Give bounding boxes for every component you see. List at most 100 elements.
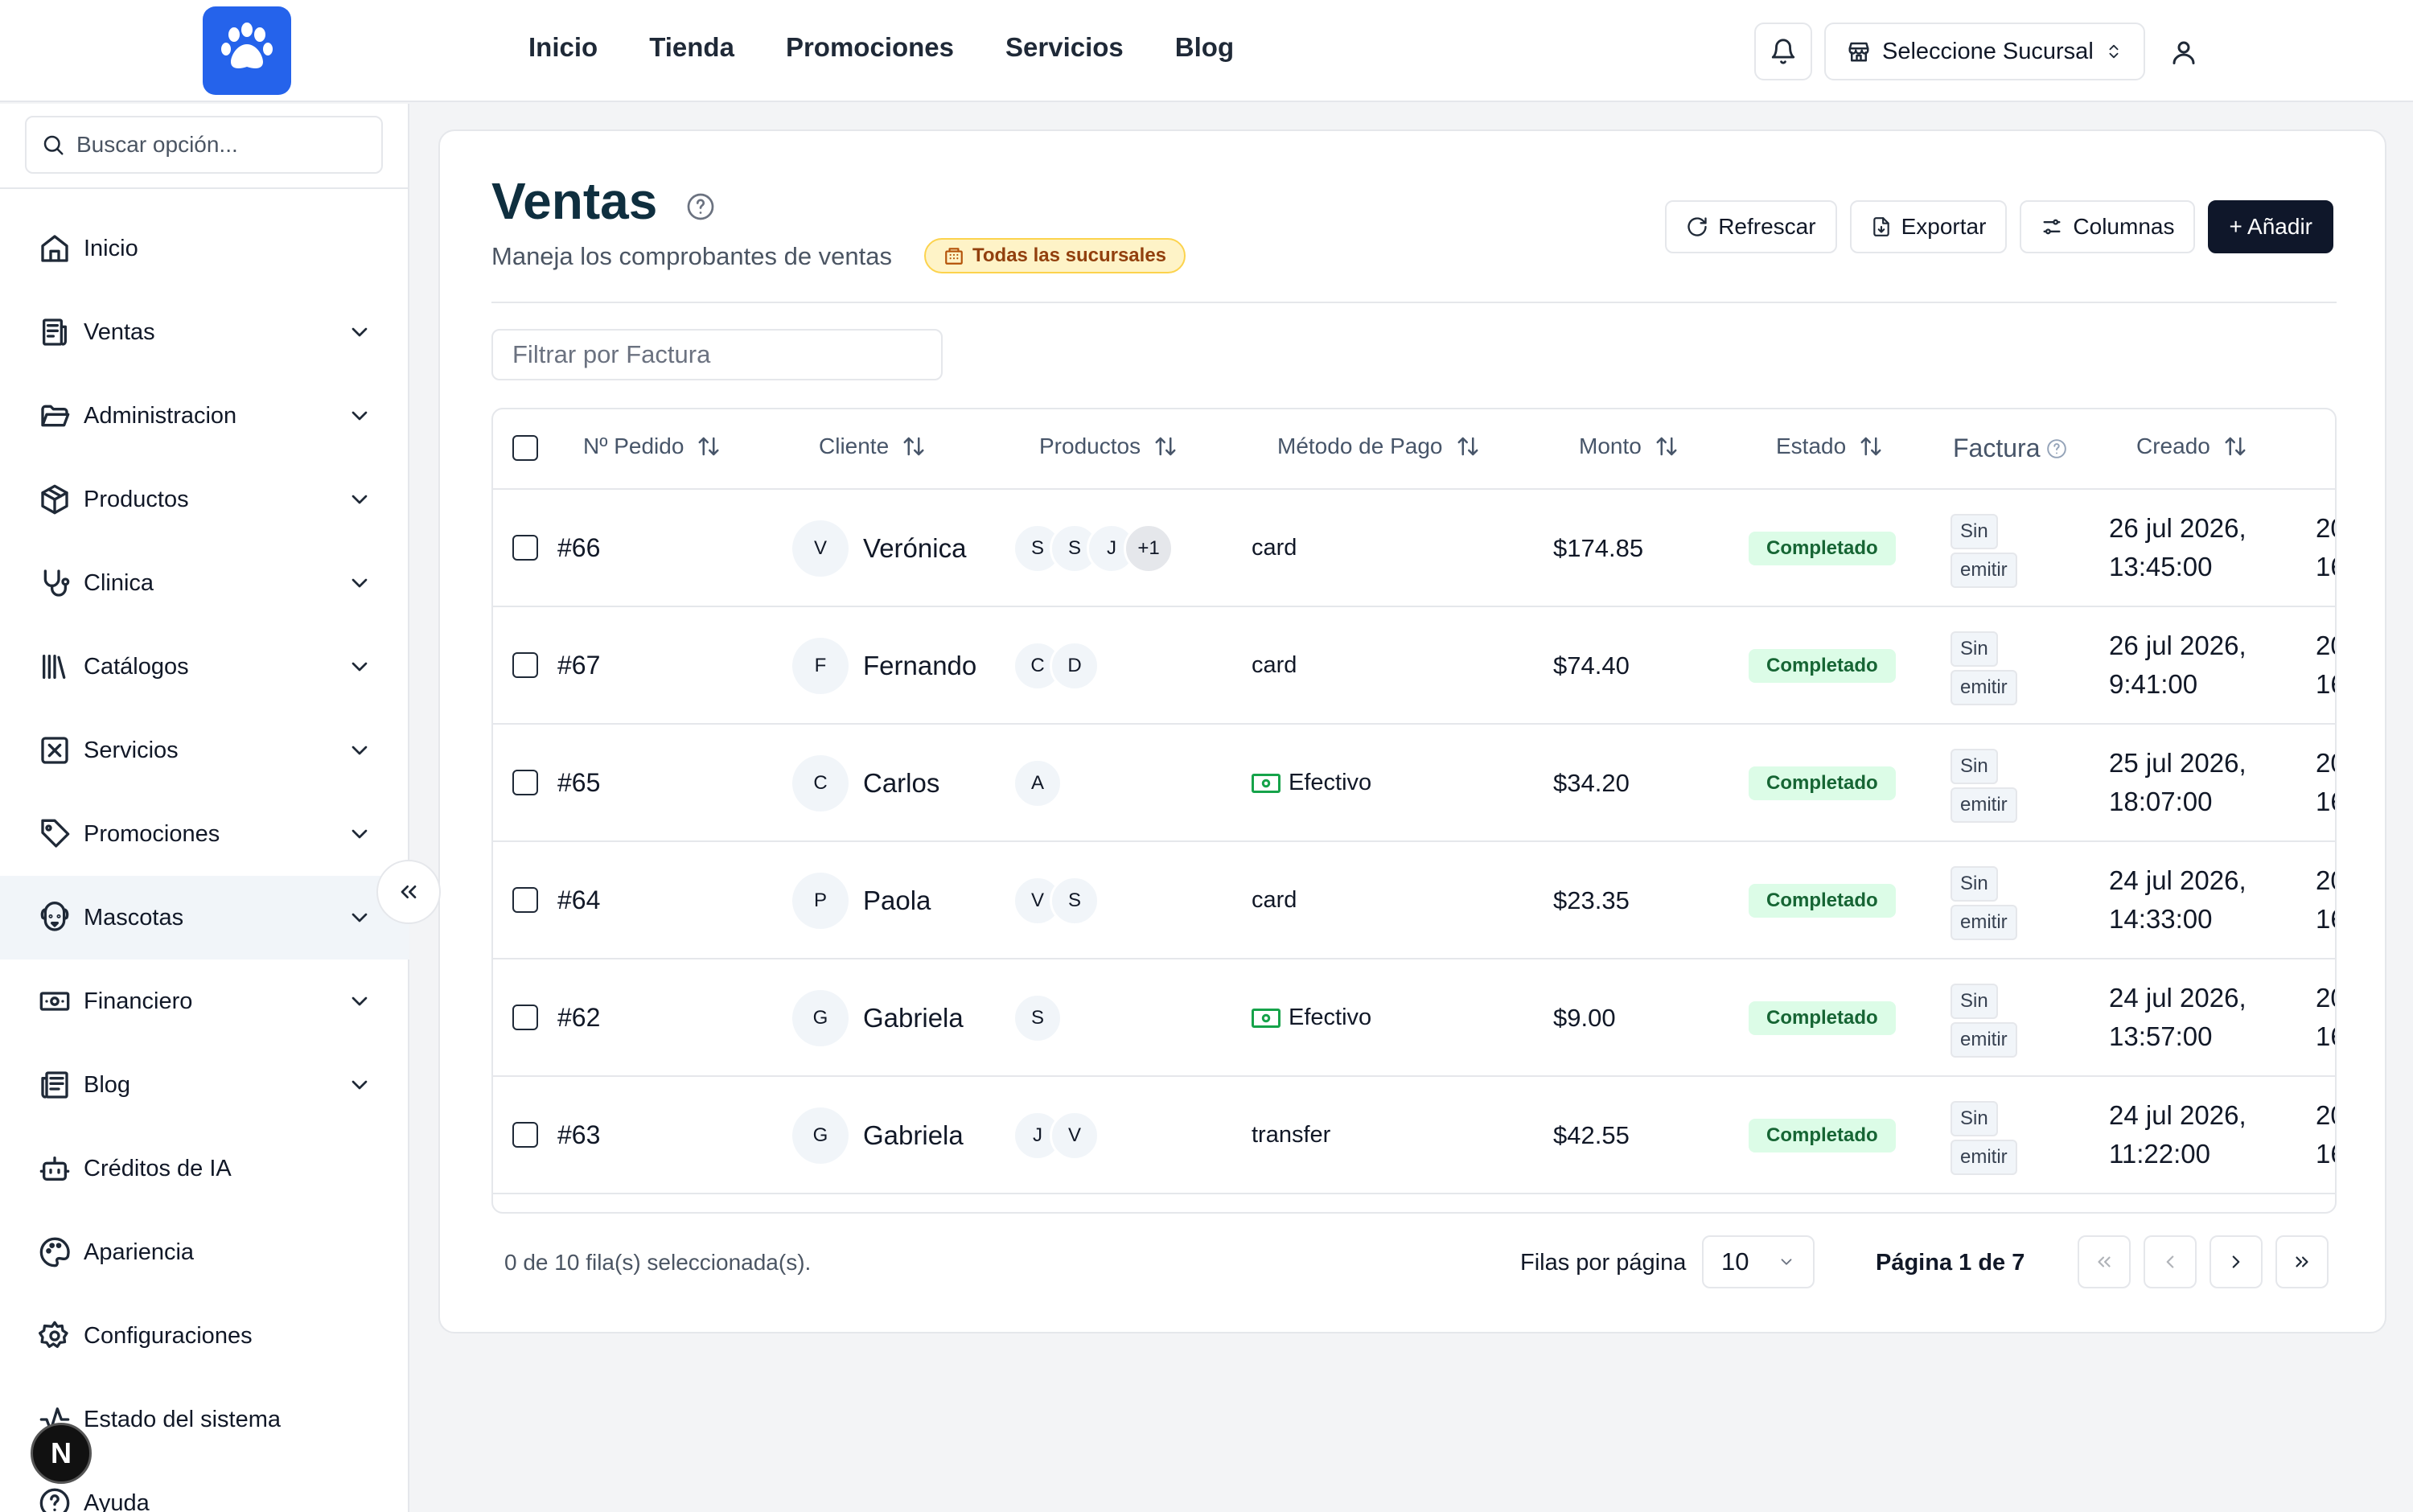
user-menu-button[interactable] [2164, 32, 2204, 72]
branch-selector-label: Seleccione Sucursal [1882, 38, 2094, 64]
rows-per-page-select[interactable]: 10 [1702, 1235, 1815, 1288]
client-cell: G Gabriela [792, 1107, 964, 1164]
col-status-label: Estado [1776, 433, 1847, 458]
sidebar-item-financiero[interactable]: Financiero [0, 959, 409, 1043]
select-all-checkbox[interactable] [512, 435, 538, 461]
sales-table: Nº Pedido Cliente Productos Método de Pa… [491, 408, 2337, 1214]
updated-time-line: 16 [2316, 1021, 2335, 1051]
row-checkbox[interactable] [512, 1005, 538, 1030]
payment-method-label: Efectivo [1289, 770, 1372, 795]
page-subtitle: Maneja los comprobantes de ventas [491, 242, 893, 270]
selection-count: 0 de 10 fila(s) seleccionada(s). [504, 1250, 812, 1275]
client-avatar: C [792, 755, 849, 811]
last-page-button[interactable] [2275, 1235, 2329, 1288]
paw-logo[interactable] [203, 6, 291, 95]
pagination [2078, 1235, 2329, 1288]
notifications-button[interactable] [1754, 23, 1812, 80]
branch-selector[interactable]: Seleccione Sucursal [1824, 23, 2145, 80]
col-payment[interactable]: Método de Pago [1277, 433, 1480, 459]
sidebar-item-label: Créditos de IA [84, 1155, 232, 1181]
sidebar-item-label: Promociones [84, 820, 220, 847]
col-created[interactable]: Creado [2136, 433, 2247, 459]
columns-button[interactable]: Columnas [2020, 200, 2196, 253]
topnav-servicios[interactable]: Servicios [1005, 32, 1124, 63]
topnav-promociones[interactable]: Promociones [786, 32, 954, 63]
file-export-icon [1872, 217, 1889, 236]
sidebar-item-catalogos[interactable]: Catálogos [0, 625, 409, 709]
row-checkbox[interactable] [512, 535, 538, 561]
row-checkbox[interactable] [512, 770, 538, 795]
chevron-down-icon [351, 327, 368, 337]
sort-icon [2225, 437, 2246, 456]
sidebar-item-clinica[interactable]: Clinica [0, 541, 409, 625]
products-cell: A [1013, 758, 1063, 808]
row-checkbox[interactable] [512, 652, 538, 678]
sidebar-item-promociones[interactable]: Promociones [0, 792, 409, 876]
col-amount[interactable]: Monto [1579, 433, 1679, 459]
paw-icon [221, 23, 273, 68]
sidebar-item-ventas[interactable]: Ventas [0, 290, 409, 374]
topnav-tienda[interactable]: Tienda [649, 32, 734, 63]
sidebar-item-servicios[interactable]: Servicios [0, 709, 409, 792]
row-checkbox[interactable] [512, 1122, 538, 1148]
col-client[interactable]: Cliente [819, 433, 926, 459]
rows-per-page-value: 10 [1721, 1247, 1749, 1276]
sidebar-item-label: Financiero [84, 988, 193, 1014]
col-invoice-label: Factura [1953, 433, 2041, 462]
title-help-button[interactable] [686, 192, 715, 221]
sidebar-search-input[interactable] [76, 132, 366, 158]
dev-tools-badge[interactable]: N [31, 1423, 92, 1484]
table-row[interactable]: #66 V Verónica S S J +1 card $174.85 Completado Si… [493, 490, 2335, 607]
invoice-status: Sin emitir [1951, 749, 2023, 823]
sidebar-item-label: Ventas [84, 318, 155, 345]
sidebar-item-blog[interactable]: Blog [0, 1043, 409, 1127]
products-cell: S [1013, 993, 1063, 1043]
created-date-line: 24 jul 2026, [2109, 983, 2247, 1013]
product-avatar: D [1050, 641, 1100, 691]
updated-date-truncated: 2016 [2316, 744, 2335, 821]
order-number: #66 [557, 533, 601, 562]
created-time-line: 14:33:00 [2109, 904, 2213, 934]
table-row[interactable]: #65 C Carlos A Efectivo $34.20 Completado Sin em… [493, 725, 2335, 842]
prev-page-button[interactable] [2144, 1235, 2197, 1288]
chevron-down-icon [351, 578, 368, 588]
table-row[interactable]: #64 P Paola V S card $23.35 Completado Sin emitir… [493, 842, 2335, 959]
updated-time-line: 16 [2316, 904, 2335, 934]
sidebar-item-mascotas[interactable]: Mascotas [0, 876, 409, 959]
col-products[interactable]: Productos [1039, 433, 1178, 459]
sidebar-item-administracion[interactable]: Administracion [0, 374, 409, 458]
refresh-button[interactable]: Refrescar [1665, 200, 1837, 253]
page-title: Ventas [491, 172, 658, 230]
chevrons-left-icon [401, 885, 417, 898]
tag-icon [41, 819, 70, 848]
col-order[interactable]: Nº Pedido [583, 433, 721, 459]
updated-date-truncated: 2016 [2316, 509, 2335, 586]
sidebar-item-label: Estado del sistema [84, 1406, 282, 1432]
col-status[interactable]: Estado [1776, 433, 1883, 459]
sidebar-item-configuraciones[interactable]: Configuraciones [0, 1294, 409, 1378]
next-page-button[interactable] [2210, 1235, 2263, 1288]
export-button[interactable]: Exportar [1849, 200, 2008, 253]
payment-method-label: card [1252, 652, 1297, 678]
row-checkbox[interactable] [512, 887, 538, 913]
table-row[interactable]: #62 G Gabriela S Efectivo $9.00 Completado Sin e… [493, 959, 2335, 1077]
sidebar-item-inicio[interactable]: Inicio [0, 207, 409, 290]
topnav-inicio[interactable]: Inicio [528, 32, 598, 63]
first-page-button[interactable] [2078, 1235, 2131, 1288]
amount: $23.35 [1553, 886, 1630, 914]
invoice-status-line: Sin [1951, 984, 1998, 1019]
product-avatar: S [1050, 876, 1100, 926]
sort-icon [698, 437, 719, 456]
sidebar-item-apariencia[interactable]: Apariencia [0, 1210, 409, 1294]
store-icon [1848, 42, 1869, 62]
add-sale-button[interactable]: + Añadir [2208, 200, 2333, 253]
invoice-filter-input[interactable] [491, 329, 943, 380]
created-time-line: 13:57:00 [2109, 1021, 2213, 1051]
table-row[interactable]: #63 G Gabriela J V transfer $42.55 Completado Si… [493, 1077, 2335, 1194]
table-row[interactable]: #67 F Fernando C D card $74.40 Completado Sin emi… [493, 607, 2335, 725]
order-number: #67 [557, 651, 601, 680]
sidebar-item-productos[interactable]: Productos [0, 458, 409, 541]
sidebar-item-creditos-ia[interactable]: Créditos de IA [0, 1127, 409, 1210]
topnav-blog[interactable]: Blog [1175, 32, 1234, 63]
sidebar-collapse-button[interactable] [376, 860, 441, 924]
